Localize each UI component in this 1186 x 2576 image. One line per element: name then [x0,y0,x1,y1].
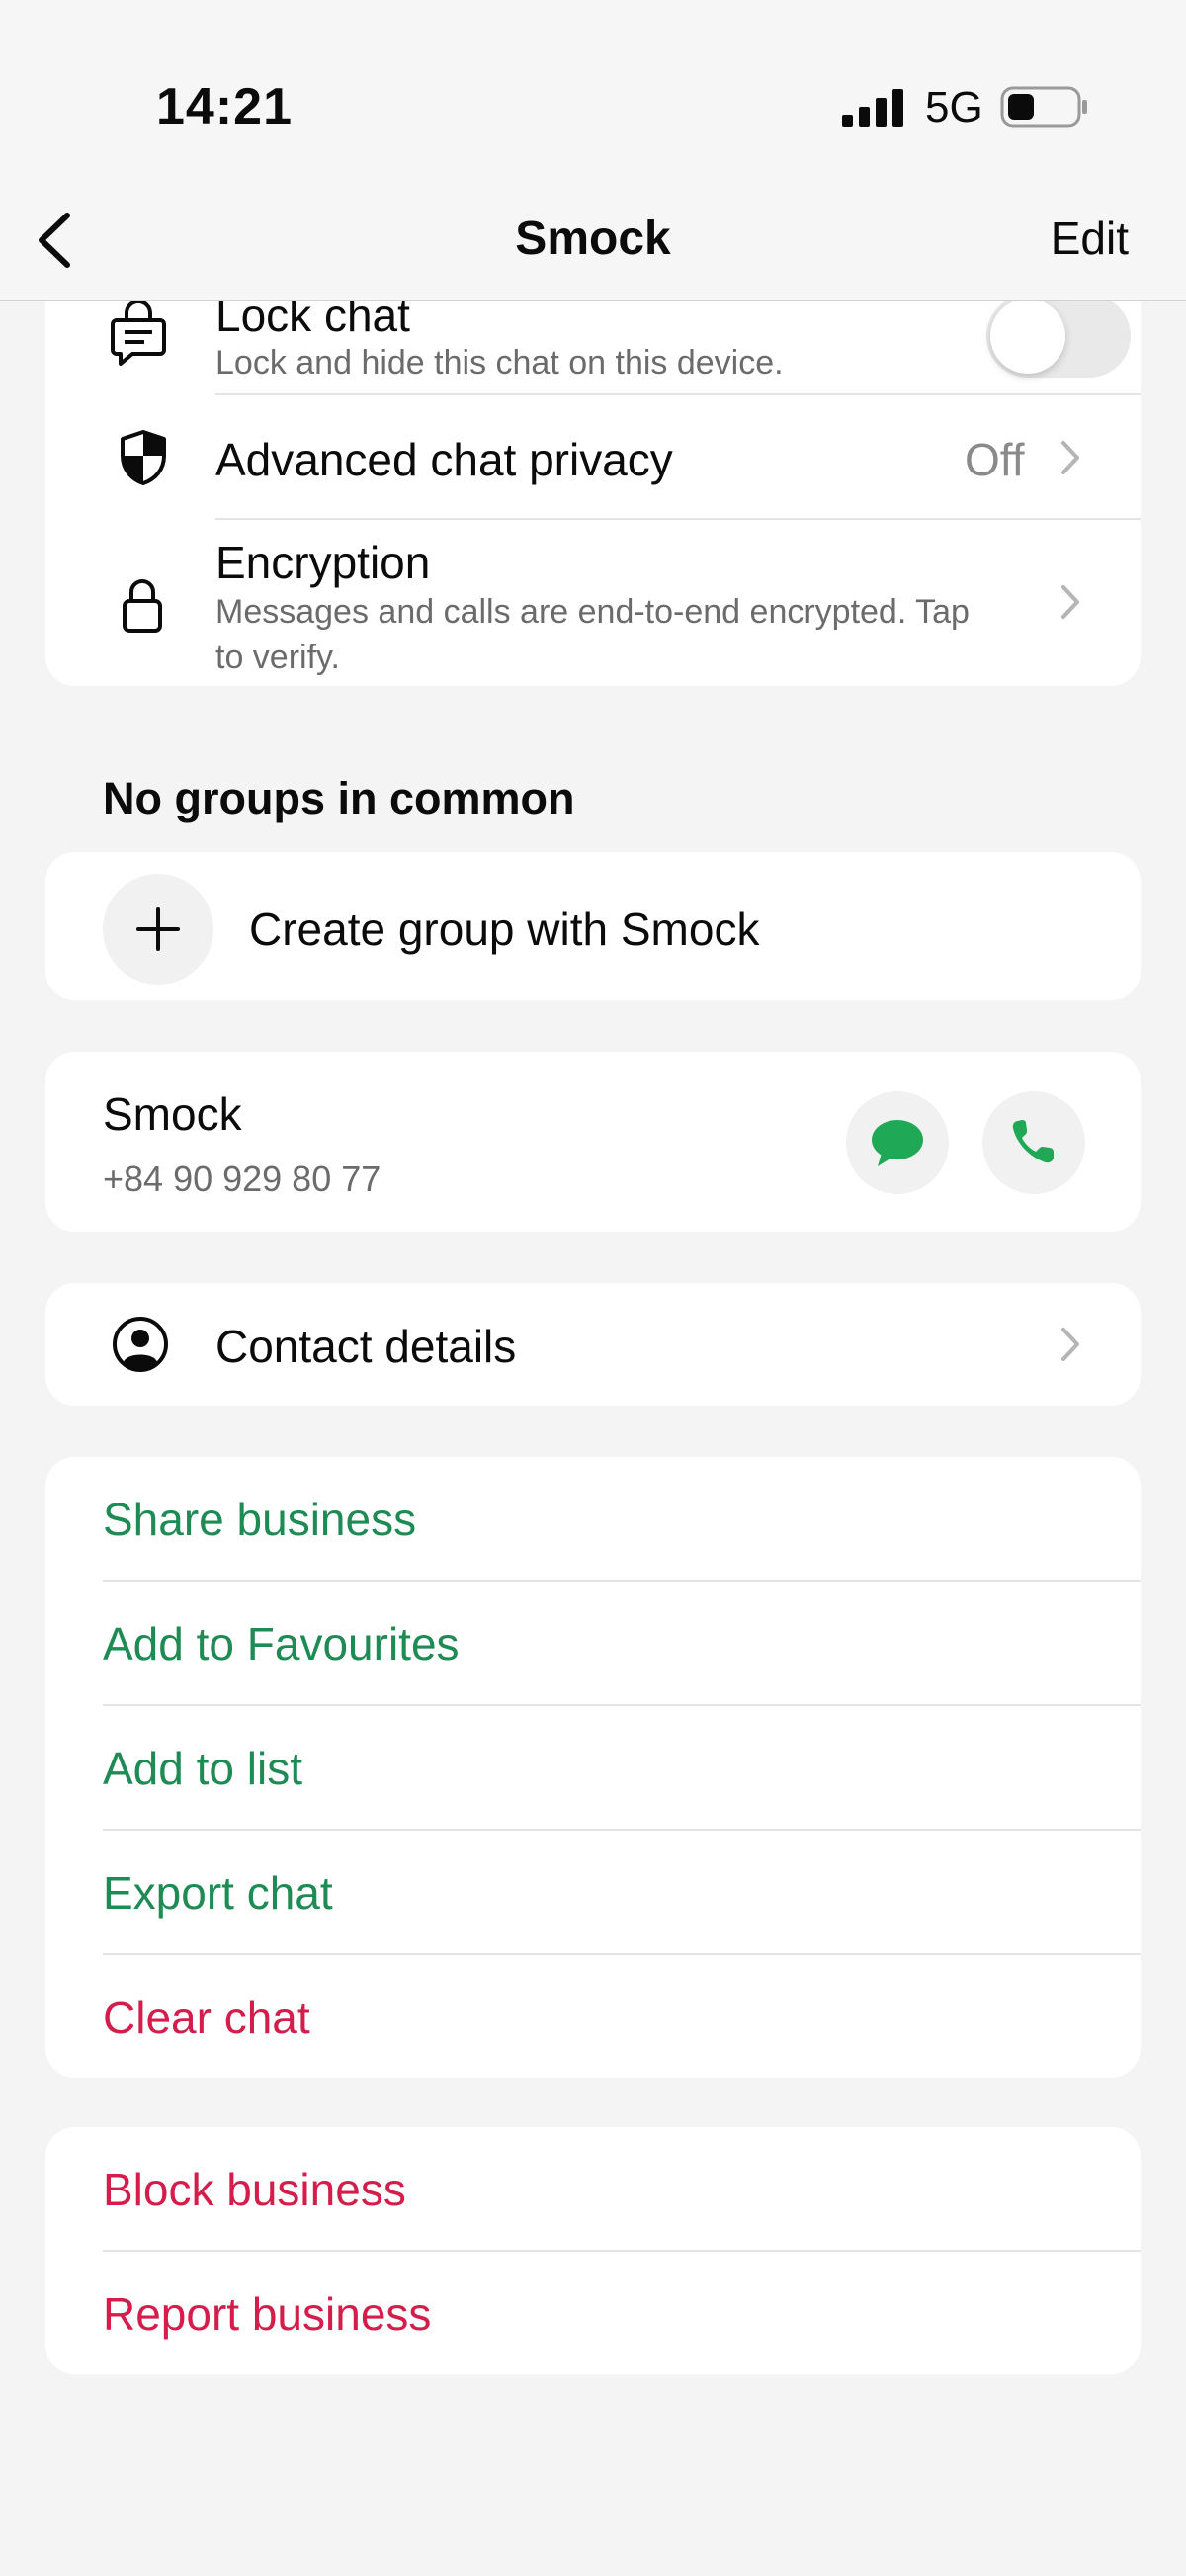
divider [103,1580,1141,1582]
advanced-privacy-value: Off [965,434,1025,485]
actions-card: Share business Add to Favourites Add to … [45,1457,1141,2078]
contact-card: Smock +84 90 929 80 77 [45,1052,1141,1232]
encryption-row[interactable]: Encryption Messages and calls are end-to… [45,520,1141,686]
divider [103,1704,1141,1706]
create-group-label: Create group with Smock [249,903,760,955]
block-business-button[interactable]: Block business [103,2163,406,2216]
toggle-knob [990,299,1065,374]
chevron-right-icon [1061,441,1079,474]
status-bar: 14:21 5G [0,0,1186,188]
message-icon [872,1120,923,1166]
divider [103,2250,1141,2252]
privacy-card: Lock chat Lock and hide this chat on thi… [45,259,1141,686]
lock-chat-toggle[interactable] [986,295,1131,378]
network-type: 5G [925,83,983,131]
report-business-button[interactable]: Report business [103,2287,431,2341]
battery-icon [1000,86,1087,128]
status-time: 14:21 [156,78,293,135]
divider [103,1953,1141,1955]
call-button[interactable] [982,1091,1085,1194]
add-to-list-button[interactable]: Add to list [103,1742,302,1795]
page-title: Smock [515,213,671,265]
chevron-right-icon [1061,1328,1079,1361]
phone-icon [1012,1120,1054,1163]
shield-icon [121,430,166,485]
advanced-privacy-title: Advanced chat privacy [215,434,673,485]
share-business-button[interactable]: Share business [103,1493,416,1546]
padlock-icon [123,579,162,633]
contact-phone: +84 90 929 80 77 [103,1159,381,1199]
person-circle-icon [113,1317,168,1372]
add-to-favourites-button[interactable]: Add to Favourites [103,1617,460,1671]
advanced-privacy-row[interactable]: Advanced chat privacy Off [45,395,1141,518]
encryption-subtitle-line2: to verify. [215,639,340,676]
contact-details-card[interactable]: Contact details [45,1283,1141,1406]
contact-name: Smock [103,1088,242,1140]
divider [103,1829,1141,1831]
signal-icon [842,89,903,127]
contact-details-label: Contact details [215,1321,517,1372]
edit-button[interactable]: Edit [1051,212,1129,265]
plus-icon [136,907,180,951]
clear-chat-button[interactable]: Clear chat [103,1991,310,2044]
navigation-bar: Smock Edit [0,188,1186,301]
lock-chat-subtitle: Lock and hide this chat on this device. [215,344,784,382]
chevron-right-icon [1061,585,1079,619]
message-button[interactable] [846,1091,949,1194]
danger-card: Block business Report business [45,2127,1141,2374]
create-group-card[interactable]: Create group with Smock [45,852,1141,1000]
plus-icon-circle [103,874,213,985]
groups-section-header: No groups in common [103,773,575,823]
lock-chat-icon [111,300,166,366]
export-chat-button[interactable]: Export chat [103,1866,333,1920]
encryption-title: Encryption [215,537,431,588]
encryption-subtitle-line1: Messages and calls are end-to-end encryp… [215,593,970,631]
